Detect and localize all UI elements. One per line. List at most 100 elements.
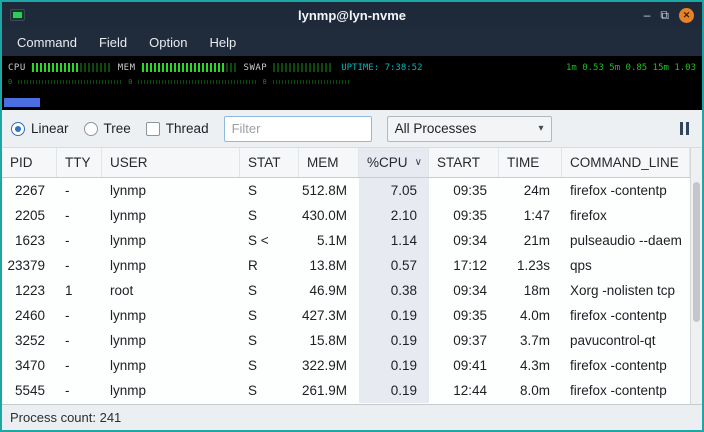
- cell-time: 24m: [499, 178, 562, 203]
- column-header-stat[interactable]: STAT: [240, 148, 299, 177]
- sort-desc-icon: ∨: [415, 157, 422, 168]
- cell-pid: 5545: [2, 378, 57, 403]
- table-row[interactable]: 23379-lynmpR13.8M0.5717:121.23sqps: [2, 253, 690, 278]
- cell-mem: 15.8M: [299, 328, 359, 353]
- checkbox-thread[interactable]: Thread: [146, 121, 209, 136]
- table-row[interactable]: 2205-lynmpS430.0M2.1009:351:47firefox: [2, 203, 690, 228]
- controls-bar: Linear Tree Thread All Processes ▾: [2, 110, 702, 148]
- cell-mem: 427.3M: [299, 303, 359, 328]
- process-filter-value: All Processes: [395, 121, 477, 136]
- cell-pid: 2205: [2, 203, 57, 228]
- table-row[interactable]: 12231rootS46.9M0.3809:3418mXorg -noliste…: [2, 278, 690, 303]
- cell-start: 12:44: [429, 378, 499, 403]
- menubar: Command Field Option Help: [2, 28, 702, 56]
- column-header-cpu[interactable]: %CPU ∨: [359, 148, 429, 177]
- cell-cpu: 7.05: [359, 178, 429, 203]
- titlebar[interactable]: lynmp@lyn-nvme – ⧉ ✕: [2, 2, 702, 28]
- cell-command: firefox -contentp: [562, 378, 690, 403]
- swap-scale-tick: 0: [262, 78, 266, 86]
- cell-start: 09:35: [429, 303, 499, 328]
- cell-time: 8.0m: [499, 378, 562, 403]
- cell-start: 09:35: [429, 203, 499, 228]
- menu-item-command[interactable]: Command: [6, 28, 88, 56]
- column-header-command-line[interactable]: COMMAND_LINE: [562, 148, 690, 177]
- cell-tty: -: [57, 203, 102, 228]
- process-table: PID TTY USER STAT MEM %CPU ∨ START TIME …: [2, 148, 702, 404]
- menu-item-help[interactable]: Help: [198, 28, 247, 56]
- table-row[interactable]: 2267-lynmpS512.8M7.0509:3524mfirefox -co…: [2, 178, 690, 203]
- cell-start: 09:41: [429, 353, 499, 378]
- column-header-pid[interactable]: PID: [2, 148, 57, 177]
- cell-stat: S: [240, 203, 299, 228]
- cell-stat: S <: [240, 228, 299, 253]
- mem-scale-tick: 0: [128, 78, 132, 86]
- table-row[interactable]: 3252-lynmpS15.8M0.1909:373.7mpavucontrol…: [2, 328, 690, 353]
- table-row[interactable]: 5545-lynmpS261.9M0.1912:448.0mfirefox -c…: [2, 378, 690, 403]
- cell-user: lynmp: [102, 228, 240, 253]
- column-header-user[interactable]: USER: [102, 148, 240, 177]
- cell-tty: -: [57, 228, 102, 253]
- radio-tree[interactable]: Tree: [84, 121, 131, 136]
- load-average-text: 1m 0.53 5m 0.85 15m 1.03: [566, 63, 696, 73]
- mem-label: MEM: [118, 63, 136, 73]
- cell-command: pulseaudio --daem: [562, 228, 690, 253]
- column-header-mem[interactable]: MEM: [299, 148, 359, 177]
- minimize-button[interactable]: –: [644, 9, 651, 21]
- cell-cpu: 0.19: [359, 378, 429, 403]
- cpu-meter: [32, 63, 112, 72]
- cell-user: lynmp: [102, 178, 240, 203]
- cell-stat: S: [240, 378, 299, 403]
- cell-start: 17:12: [429, 253, 499, 278]
- cell-command: Xorg -nolisten tcp: [562, 278, 690, 303]
- cell-stat: S: [240, 328, 299, 353]
- chevron-down-icon: ▾: [539, 123, 544, 134]
- vertical-scrollbar[interactable]: [690, 148, 702, 404]
- cell-tty: 1: [57, 278, 102, 303]
- table-row[interactable]: 1623-lynmpS <5.1M1.1409:3421mpulseaudio …: [2, 228, 690, 253]
- cell-user: lynmp: [102, 253, 240, 278]
- swap-scale-line: [273, 80, 349, 84]
- cell-command: firefox -contentp: [562, 353, 690, 378]
- column-header-tty[interactable]: TTY: [57, 148, 102, 177]
- app-window: lynmp@lyn-nvme – ⧉ ✕ Command Field Optio…: [0, 0, 704, 432]
- mem-scale-line: [138, 80, 256, 84]
- cell-mem: 46.9M: [299, 278, 359, 303]
- cell-time: 3.7m: [499, 328, 562, 353]
- cell-time: 4.3m: [499, 353, 562, 378]
- history-graph-bar: [4, 98, 40, 107]
- column-header-cpu-label: %CPU: [367, 155, 408, 170]
- cell-pid: 1223: [2, 278, 57, 303]
- cell-cpu: 0.38: [359, 278, 429, 303]
- table-row[interactable]: 2460-lynmpS427.3M0.1909:354.0mfirefox -c…: [2, 303, 690, 328]
- monitor-meters-row: CPU MEM SWAP UPTIME: 7:38:52 1m 0.53 5m …: [2, 56, 702, 76]
- cell-stat: S: [240, 278, 299, 303]
- cell-pid: 3252: [2, 328, 57, 353]
- cell-time: 18m: [499, 278, 562, 303]
- menu-item-option[interactable]: Option: [138, 28, 198, 56]
- close-button[interactable]: ✕: [679, 8, 694, 23]
- cell-cpu: 2.10: [359, 203, 429, 228]
- cell-mem: 430.0M: [299, 203, 359, 228]
- filter-input[interactable]: [224, 116, 372, 142]
- process-filter-select[interactable]: All Processes ▾: [387, 116, 552, 142]
- cell-mem: 512.8M: [299, 178, 359, 203]
- column-header-time[interactable]: TIME: [499, 148, 562, 177]
- cell-pid: 1623: [2, 228, 57, 253]
- radio-linear[interactable]: Linear: [11, 121, 69, 136]
- cell-time: 21m: [499, 228, 562, 253]
- cell-tty: -: [57, 303, 102, 328]
- scrollbar-handle[interactable]: [693, 182, 700, 322]
- pause-button[interactable]: [676, 118, 693, 139]
- cell-pid: 3470: [2, 353, 57, 378]
- checkbox-thread-label: Thread: [166, 121, 209, 136]
- cell-stat: S: [240, 353, 299, 378]
- cell-start: 09:37: [429, 328, 499, 353]
- cell-tty: -: [57, 328, 102, 353]
- cell-mem: 5.1M: [299, 228, 359, 253]
- menu-item-field[interactable]: Field: [88, 28, 138, 56]
- column-header-start[interactable]: START: [429, 148, 499, 177]
- restore-button[interactable]: ⧉: [660, 9, 669, 21]
- table-row[interactable]: 3470-lynmpS322.9M0.1909:414.3mfirefox -c…: [2, 353, 690, 378]
- cell-cpu: 1.14: [359, 228, 429, 253]
- cell-command: pavucontrol-qt: [562, 328, 690, 353]
